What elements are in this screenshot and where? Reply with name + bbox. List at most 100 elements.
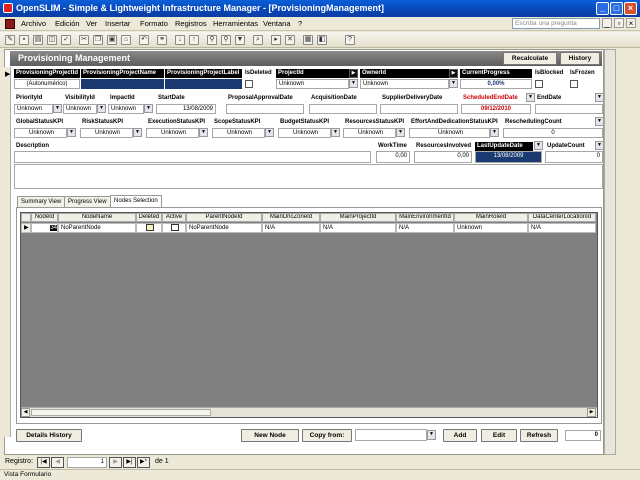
- grid-horizontal-scrollbar[interactable]: ◀ ▶: [21, 407, 597, 417]
- help-icon[interactable]: ?: [345, 35, 355, 45]
- grid-header-main-role-id[interactable]: MainRoleId: [454, 213, 528, 222]
- new-record-nav-icon[interactable]: ▶*: [137, 457, 150, 468]
- description-field[interactable]: [14, 151, 371, 163]
- spelling-icon[interactable]: ✓: [61, 35, 71, 45]
- view-icon[interactable]: ✎: [5, 35, 15, 45]
- mdi-restore-button[interactable]: ▫: [614, 18, 624, 28]
- risk-status-kpi-combo[interactable]: Unknown: [80, 128, 133, 138]
- update-count-icon[interactable]: ▼: [595, 141, 604, 150]
- start-date-field[interactable]: 13/08/2009: [156, 104, 216, 114]
- scope-status-kpi-dropdown-icon[interactable]: ▼: [265, 128, 274, 137]
- table-cell-active[interactable]: [162, 223, 186, 233]
- scope-status-kpi-combo[interactable]: Unknown: [212, 128, 265, 138]
- close-button[interactable]: ×: [624, 2, 637, 15]
- sort-ascending-icon[interactable]: ↓: [175, 35, 185, 45]
- global-status-kpi-combo[interactable]: Unknown: [14, 128, 67, 138]
- effort-dedication-status-kpi-dropdown-icon[interactable]: ▼: [490, 128, 499, 137]
- global-status-kpi-dropdown-icon[interactable]: ▼: [67, 128, 76, 137]
- paste-icon[interactable]: ▣: [107, 35, 117, 45]
- grid-header-active[interactable]: Active: [162, 213, 186, 222]
- filter-by-selection-icon[interactable]: ⚲: [207, 35, 217, 45]
- execution-status-kpi-dropdown-icon[interactable]: ▼: [199, 128, 208, 137]
- recalculate-button[interactable]: Recalculate: [503, 52, 557, 65]
- execution-status-kpi-combo[interactable]: Unknown: [146, 128, 199, 138]
- scheduled-end-date-field[interactable]: 09/12/2010: [461, 104, 531, 114]
- effort-dedication-status-kpi-combo[interactable]: Unknown: [409, 128, 490, 138]
- next-record-icon[interactable]: ▶: [109, 457, 122, 468]
- supplier-delivery-date-field[interactable]: [380, 104, 458, 114]
- menu-formato[interactable]: Formato: [140, 19, 168, 28]
- visibility-combo[interactable]: Unknown: [63, 104, 97, 114]
- new-node-button[interactable]: New Node: [241, 429, 299, 442]
- print-icon[interactable]: ▤: [33, 35, 43, 45]
- table-cell-main-environment-id[interactable]: N/A: [396, 223, 454, 233]
- format-painter-icon[interactable]: ⌂: [121, 35, 131, 45]
- scroll-left-icon[interactable]: ◀: [21, 408, 30, 417]
- menu-insertar[interactable]: Insertar: [105, 19, 130, 28]
- resources-status-kpi-combo[interactable]: Unknown: [343, 128, 396, 138]
- proposal-approval-date-field[interactable]: [226, 104, 304, 114]
- priority-combo[interactable]: Unknown: [14, 104, 53, 114]
- filter-by-form-icon[interactable]: ⚲: [221, 35, 231, 45]
- print-preview-icon[interactable]: ◫: [47, 35, 57, 45]
- impact-combo[interactable]: Unknown: [108, 104, 144, 114]
- is-blocked-checkbox[interactable]: [535, 80, 543, 88]
- scroll-right-icon[interactable]: ▶: [587, 408, 596, 417]
- form-vertical-scrollbar[interactable]: [604, 49, 616, 455]
- grid-header-node-name[interactable]: NodeName: [58, 213, 136, 222]
- scheduled-end-date-picker-icon[interactable]: ▼: [526, 93, 535, 102]
- undo-icon[interactable]: ↶: [139, 35, 149, 45]
- impact-dropdown-icon[interactable]: ▼: [144, 104, 153, 113]
- budget-status-kpi-combo[interactable]: Unknown: [278, 128, 331, 138]
- ask-question-input[interactable]: Escriba una pregunta: [512, 18, 600, 29]
- table-cell-node-id[interactable]: 34: [31, 223, 58, 233]
- edit-button[interactable]: Edit: [481, 429, 517, 442]
- last-record-icon[interactable]: ▶|: [123, 457, 136, 468]
- previous-record-icon[interactable]: ◀: [51, 457, 64, 468]
- minimize-button[interactable]: _: [596, 2, 609, 15]
- current-progress-field[interactable]: 0,00%: [460, 79, 532, 89]
- copy-from-dropdown-icon[interactable]: ▼: [427, 430, 436, 440]
- risk-status-kpi-dropdown-icon[interactable]: ▼: [133, 128, 142, 137]
- history-button[interactable]: History: [560, 52, 600, 65]
- menu-herramientas[interactable]: Herramientas: [213, 19, 258, 28]
- table-cell-main-dnc-zone-id[interactable]: N/A: [262, 223, 320, 233]
- refresh-button[interactable]: Refresh: [520, 429, 558, 442]
- active-checkbox[interactable]: [171, 224, 179, 231]
- table-cell-deleted[interactable]: [136, 223, 162, 233]
- work-time-field[interactable]: 0,00: [376, 151, 410, 163]
- project-dropdown-arrow-icon[interactable]: ▶: [349, 69, 358, 78]
- table-cell-main-role-id[interactable]: Unknown: [454, 223, 528, 233]
- table-cell-parent-node-id[interactable]: NoParentNode: [186, 223, 262, 233]
- save-icon[interactable]: ▪: [19, 35, 29, 45]
- last-update-date-field[interactable]: 13/08/2009: [475, 151, 542, 163]
- is-deleted-checkbox[interactable]: [245, 80, 253, 88]
- scroll-thumb[interactable]: [31, 409, 211, 416]
- new-record-icon[interactable]: ▸: [271, 35, 281, 45]
- maximize-button[interactable]: □: [610, 2, 623, 15]
- menu-registros[interactable]: Registros: [175, 19, 207, 28]
- rescheduling-count-icon[interactable]: ▼: [595, 117, 604, 126]
- copy-icon[interactable]: ❐: [93, 35, 103, 45]
- first-record-icon[interactable]: |◀: [37, 457, 50, 468]
- grid-header-parent-node-id[interactable]: ParentNodeId: [186, 213, 262, 222]
- is-frozen-checkbox[interactable]: [570, 80, 578, 88]
- provisioning-project-name-field[interactable]: [81, 79, 164, 89]
- end-date-picker-icon[interactable]: ▼: [595, 93, 604, 102]
- description-text-area[interactable]: [14, 164, 603, 189]
- current-record-field[interactable]: 1: [67, 457, 107, 468]
- grid-header-node-id[interactable]: NodeId: [31, 213, 58, 222]
- menu-ver[interactable]: Ver: [86, 19, 97, 28]
- add-button[interactable]: Add: [443, 429, 477, 442]
- table-cell-data-center-location-id[interactable]: N/A: [528, 223, 596, 233]
- owner-dropdown-arrow-icon[interactable]: ▶: [449, 69, 458, 78]
- delete-record-icon[interactable]: ✕: [285, 35, 295, 45]
- database-window-icon[interactable]: ▦: [303, 35, 313, 45]
- last-update-date-picker-icon[interactable]: ▼: [534, 141, 543, 150]
- deleted-checkbox[interactable]: [146, 224, 154, 231]
- table-cell-node-name[interactable]: NoParentNode: [58, 223, 136, 233]
- grid-header-main-dnc-zone-id[interactable]: MainDncZoneId: [262, 213, 320, 222]
- resources-status-kpi-dropdown-icon[interactable]: ▼: [396, 128, 405, 137]
- menu-help[interactable]: ?: [298, 19, 302, 28]
- provisioning-project-id-field[interactable]: (Autonumérico): [14, 79, 80, 89]
